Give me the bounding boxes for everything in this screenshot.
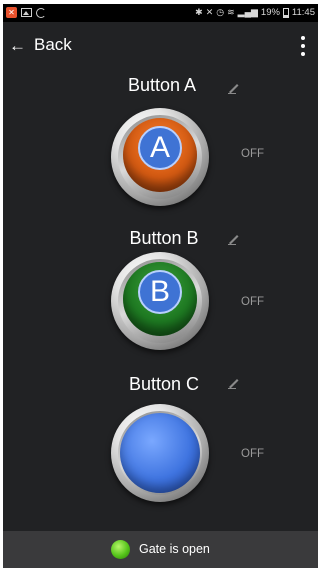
- back-button[interactable]: ← Back: [9, 35, 72, 55]
- app-notification-icon: ✕: [6, 7, 17, 18]
- edit-icon[interactable]: [228, 82, 240, 94]
- gate-status-indicator: [111, 540, 130, 559]
- alarm-icon: ◷: [216, 7, 225, 17]
- menu-dot: [301, 52, 305, 56]
- overflow-menu-button[interactable]: [300, 36, 306, 56]
- bluetooth-icon: ✱: [195, 7, 203, 17]
- button-b-ring: B: [118, 259, 202, 343]
- button-b-label: Button B: [129, 228, 199, 248]
- button-c-label: Button C: [128, 374, 200, 394]
- image-icon: [21, 8, 32, 17]
- button-c-ring: [118, 411, 202, 495]
- button-b-state: OFF: [241, 296, 264, 308]
- gate-status-bar: Gate is open: [3, 531, 318, 568]
- button-b-letter: B: [138, 270, 182, 314]
- arrow-left-icon: ←: [9, 35, 26, 55]
- mute-icon: ✕: [205, 7, 214, 17]
- battery-icon: [282, 7, 289, 18]
- status-bar: ✕ ✱ ✕ ◷ ≋ ▂▄▆ 19% 11:45: [3, 4, 318, 22]
- wifi-icon: ≋: [227, 7, 235, 17]
- edit-icon[interactable]: [228, 233, 240, 245]
- button-a-ring: A: [118, 115, 202, 199]
- button-c-cap: [120, 413, 200, 493]
- back-label: Back: [34, 35, 72, 54]
- overflow-menu-icon: [301, 36, 305, 40]
- signal-icon: ▂▄▆: [237, 7, 258, 17]
- menu-dot: [301, 44, 305, 48]
- sync-icon: [36, 7, 46, 18]
- edit-icon[interactable]: [228, 377, 240, 389]
- button-b[interactable]: B: [111, 252, 209, 350]
- button-a-label: Button A: [127, 75, 197, 95]
- button-a-letter: A: [138, 126, 182, 170]
- button-a-state: OFF: [241, 148, 264, 160]
- button-a-cap: A: [123, 118, 197, 192]
- gate-status-text: Gate is open: [139, 542, 210, 556]
- button-b-cap: B: [123, 262, 197, 336]
- button-c[interactable]: [111, 404, 209, 502]
- battery-percent: 19%: [260, 7, 280, 18]
- app-bar: ← Back: [3, 22, 318, 68]
- button-a[interactable]: A: [111, 108, 209, 206]
- app-screen: ✕ ✱ ✕ ◷ ≋ ▂▄▆ 19% 11:45 ← Back Button A: [3, 4, 318, 568]
- button-c-state: OFF: [241, 448, 264, 460]
- clock: 11:45: [291, 7, 315, 18]
